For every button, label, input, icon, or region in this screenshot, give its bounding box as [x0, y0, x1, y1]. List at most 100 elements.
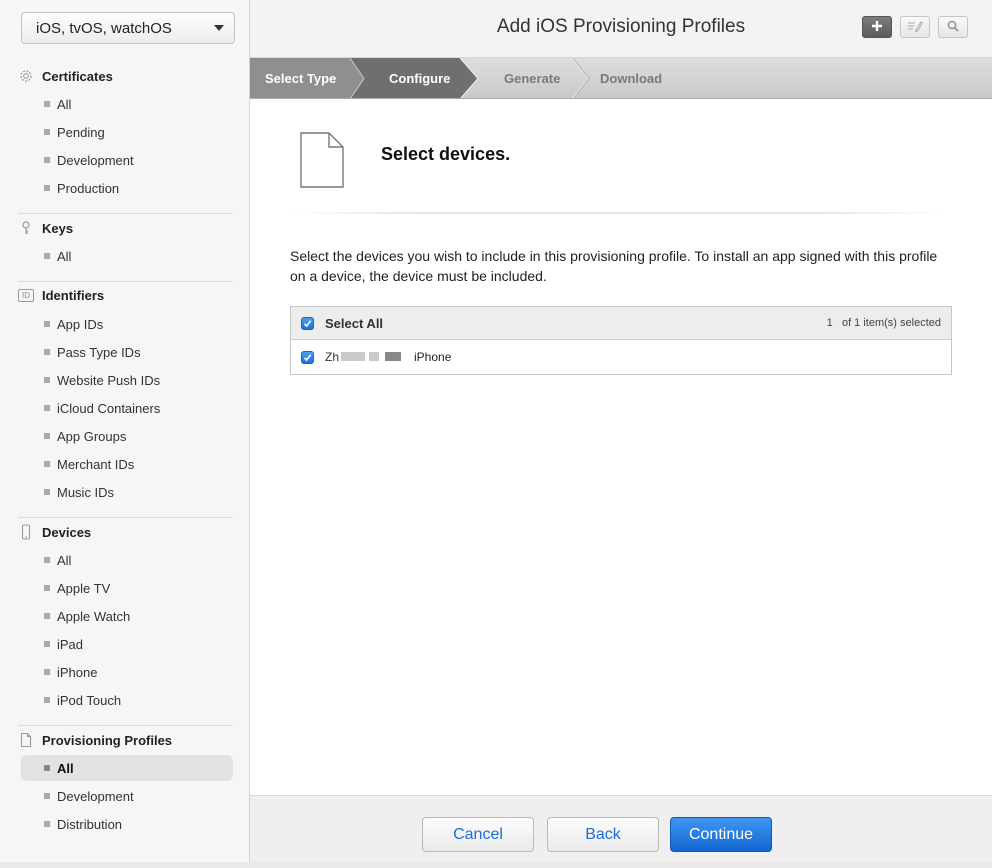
- chevron-down-icon: [214, 25, 224, 31]
- bullet: [44, 101, 50, 107]
- bullet: [44, 349, 50, 355]
- cancel-button[interactable]: Cancel: [422, 817, 534, 852]
- sidebar-item-apple-watch[interactable]: Apple Watch: [21, 603, 233, 629]
- step-configure: Configure: [389, 71, 451, 86]
- sidebar-item-label: Music IDs: [57, 484, 115, 500]
- bullet: [44, 557, 50, 563]
- divider: [18, 517, 233, 518]
- sidebar-item-label: Merchant IDs: [57, 456, 135, 472]
- add-button[interactable]: [862, 16, 892, 38]
- redaction-block: [341, 352, 365, 361]
- main-content: Select devices. Select the devices you w…: [250, 99, 992, 795]
- key-icon: [18, 220, 34, 236]
- bullet: [44, 129, 50, 135]
- sidebar-item-label: iPad: [57, 636, 84, 652]
- bullet: [44, 157, 50, 163]
- platform-dropdown[interactable]: iOS, tvOS, watchOS: [21, 12, 235, 44]
- bullet: [44, 697, 50, 703]
- id-icon-text: ID: [22, 291, 30, 300]
- section-keys: Keys: [18, 220, 73, 236]
- divider: [18, 281, 233, 282]
- instructions-text: Select the devices you wish to include i…: [290, 248, 938, 284]
- sidebar-item-certificates-development[interactable]: Development: [21, 147, 233, 173]
- phone-icon: [18, 524, 34, 540]
- bullet: [44, 489, 50, 495]
- sidebar-item-app-groups[interactable]: App Groups: [21, 423, 233, 449]
- edit-button[interactable]: [900, 16, 930, 38]
- sidebar-item-merchant-ids[interactable]: Merchant IDs: [21, 451, 233, 477]
- sidebar-item-label: Pass Type IDs: [57, 344, 141, 360]
- sidebar-item-ipod-touch[interactable]: iPod Touch: [21, 687, 233, 713]
- sidebar-item-iphone[interactable]: iPhone: [21, 659, 233, 685]
- section-title: Identifiers: [42, 288, 105, 303]
- bullet: [44, 253, 50, 259]
- sidebar-item-certificates-production[interactable]: Production: [21, 175, 233, 201]
- section-certificates: Certificates: [18, 68, 113, 84]
- sidebar-item-label: Apple Watch: [57, 608, 131, 624]
- divider: [290, 212, 945, 214]
- bullet: [44, 793, 50, 799]
- sidebar-item-label: iPod Touch: [57, 692, 122, 708]
- device-type: iPhone: [414, 350, 452, 364]
- sidebar-item-icloud-containers[interactable]: iCloud Containers: [21, 395, 233, 421]
- sidebar-item-app-ids[interactable]: App IDs: [21, 311, 233, 337]
- section-title: Certificates: [42, 68, 113, 84]
- checkmark-icon: [303, 353, 312, 361]
- search-button[interactable]: [938, 16, 968, 38]
- bullet: [44, 321, 50, 327]
- search-icon: [946, 19, 960, 36]
- add-icon: [870, 19, 884, 36]
- sidebar-item-label: Development: [57, 788, 134, 804]
- table-row[interactable]: Zh iPhone: [291, 340, 951, 374]
- sidebar-item-label: All: [57, 248, 72, 264]
- sidebar-item-label: All: [57, 552, 72, 568]
- sidebar-item-label: Development: [57, 152, 134, 168]
- bullet: [44, 405, 50, 411]
- device-checkbox[interactable]: [301, 350, 314, 364]
- bullet: [44, 669, 50, 675]
- section-title: Keys: [42, 220, 74, 236]
- selected-count-value: 1: [826, 317, 833, 329]
- back-button[interactable]: Back: [547, 817, 659, 852]
- sidebar-item-label: Apple TV: [57, 580, 111, 596]
- sidebar-item-label: Production: [57, 180, 120, 196]
- sidebar-item-devices-all[interactable]: All: [21, 547, 233, 573]
- sidebar-item-label: Distribution: [57, 816, 123, 832]
- bullet: [44, 641, 50, 647]
- sidebar-item-profiles-distribution[interactable]: Distribution: [21, 811, 233, 837]
- sidebar-item-keys-all[interactable]: All: [21, 243, 233, 269]
- sidebar-item-profiles-all[interactable]: All: [21, 755, 233, 781]
- edit-icon: [906, 19, 924, 36]
- header: Add iOS Provisioning Profiles: [250, 0, 992, 58]
- select-all-checkbox[interactable]: [301, 316, 314, 330]
- sidebar-item-label: All: [57, 760, 74, 776]
- sidebar-item-website-push-ids[interactable]: Website Push IDs: [21, 367, 233, 393]
- sidebar-item-label: All: [57, 96, 72, 112]
- sidebar-item-certificates-pending[interactable]: Pending: [21, 119, 233, 145]
- sidebar-item-ipad[interactable]: iPad: [21, 631, 233, 657]
- document-icon: [18, 732, 34, 748]
- sidebar-item-certificates-all[interactable]: All: [21, 91, 233, 117]
- platform-dropdown-label: iOS, tvOS, watchOS: [36, 19, 172, 37]
- bullet: [44, 821, 50, 827]
- sidebar-item-pass-type-ids[interactable]: Pass Type IDs: [21, 339, 233, 365]
- gear-icon: [18, 68, 34, 84]
- checkmark-icon: [303, 319, 312, 327]
- sidebar-item-music-ids[interactable]: Music IDs: [21, 479, 233, 505]
- sidebar-item-label: App Groups: [57, 428, 127, 444]
- device-name: Zh: [325, 350, 340, 364]
- bullet: [44, 585, 50, 591]
- bullet: [44, 377, 50, 383]
- sidebar-item-label: iPhone: [57, 664, 98, 680]
- continue-button[interactable]: Continue: [670, 817, 772, 852]
- bullet: [44, 765, 50, 771]
- selected-count-suffix: of 1 item(s) selected: [841, 317, 941, 329]
- redaction-block: [385, 352, 401, 361]
- sidebar-item-label: App IDs: [57, 316, 104, 332]
- step-select-type: Select Type: [265, 71, 337, 86]
- sidebar-item-apple-tv[interactable]: Apple TV: [21, 575, 233, 601]
- bullet: [44, 461, 50, 467]
- sidebar-item-profiles-development[interactable]: Development: [21, 783, 233, 809]
- sidebar-item-label: iCloud Containers: [57, 400, 161, 416]
- section-title: Provisioning Profiles: [42, 732, 173, 748]
